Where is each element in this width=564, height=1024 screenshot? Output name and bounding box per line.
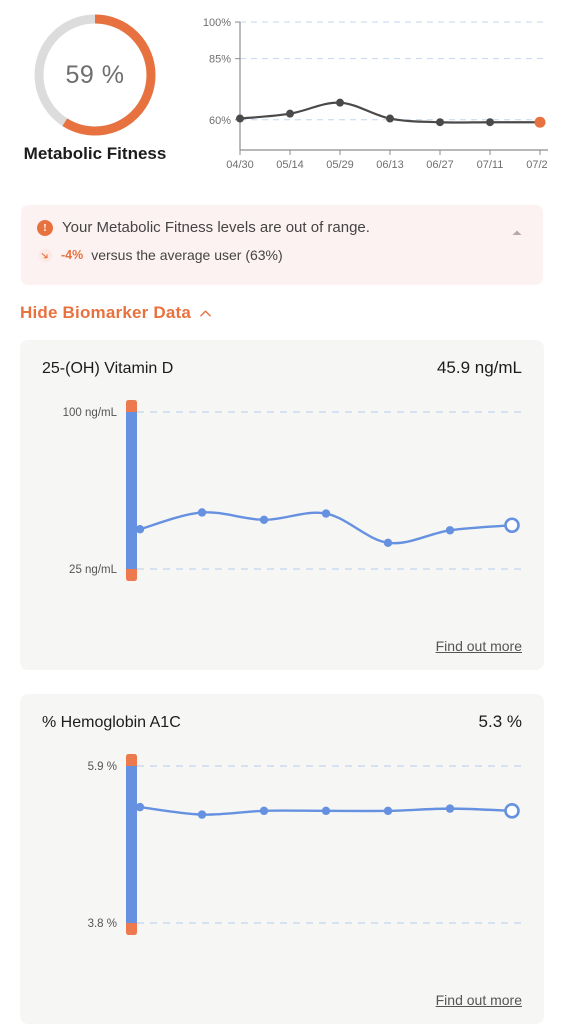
card-title: % Hemoglobin A1C: [42, 714, 181, 731]
chevron-up-icon: [200, 309, 211, 317]
svg-text:3.8 %: 3.8 %: [88, 918, 117, 930]
summary-section: 59 % Metabolic Fitness 100% 85% 60% 04/30 05…: [0, 0, 564, 185]
svg-text:06/27: 06/27: [426, 159, 454, 170]
svg-text:07/11: 07/11: [477, 159, 504, 170]
svg-text:100%: 100%: [203, 17, 231, 29]
metabolic-fitness-gauge: 59 % Metabolic Fitness: [20, 12, 170, 164]
svg-text:25 ng/mL: 25 ng/mL: [69, 564, 118, 576]
card-title: 25-(OH) Vitamin D: [42, 360, 174, 377]
exclamation-circle-icon: !: [37, 219, 53, 236]
gauge-title: Metabolic Fitness: [23, 144, 167, 163]
gauge-ring: 59 %: [32, 12, 158, 138]
svg-text:07/25: 07/25: [526, 159, 548, 170]
delta-value: -4%: [61, 248, 84, 262]
card-chart: 100 ng/mL 25 ng/mL: [20, 378, 544, 606]
card-current-value: 45.9 ng/mL: [436, 358, 522, 377]
card-header: % Hemoglobin A1C 5.3 %: [20, 694, 544, 732]
find-out-more-link[interactable]: Find out more: [436, 638, 522, 654]
card-header: 25-(OH) Vitamin D 45.9 ng/mL: [20, 340, 544, 378]
biomarker-card-hemoglobin-a1c[interactable]: % Hemoglobin A1C 5.3 % 5.9 % 3.8 % Find o…: [20, 694, 544, 1024]
svg-text:60%: 60%: [209, 115, 231, 127]
svg-text:100 ng/mL: 100 ng/mL: [63, 407, 118, 419]
svg-text:5.9 %: 5.9 %: [88, 761, 117, 773]
svg-text:05/14: 05/14: [276, 159, 304, 170]
find-out-more-link[interactable]: Find out more: [436, 992, 522, 1008]
alert-primary-row: ! Your Metabolic Fitness levels are out …: [37, 219, 527, 236]
card-current-value: 5.3 %: [478, 712, 522, 731]
alert-title: Your Metabolic Fitness levels are out of…: [62, 219, 370, 236]
trend-down-icon: [38, 248, 53, 262]
biomarker-chart-svg: 5.9 % 3.8 %: [88, 754, 524, 935]
svg-text:05/29: 05/29: [326, 159, 354, 170]
gauge-value-label: 59 %: [65, 60, 125, 89]
metabolic-fitness-page: 59 % Metabolic Fitness 100% 85% 60% 04/30 05…: [0, 0, 564, 1024]
alert-comparison-text: versus the average user (63%): [91, 247, 283, 263]
metabolic-fitness-sparkline: 100% 85% 60% 04/30 05/14 05/29 06/13 06/27 07/11…: [196, 10, 548, 170]
svg-text:04/30: 04/30: [226, 159, 254, 170]
alert-secondary-row: -4% versus the average user (63%): [37, 247, 527, 263]
card-chart: 5.9 % 3.8 %: [20, 732, 544, 960]
svg-text:85%: 85%: [209, 54, 231, 66]
biomarker-chart-svg: 100 ng/mL 25 ng/mL: [63, 400, 524, 581]
hide-biomarker-data-toggle[interactable]: Hide Biomarker Data: [20, 303, 212, 323]
toggle-label: Hide Biomarker Data: [20, 303, 192, 322]
alert-collapse-chevron-up-icon[interactable]: [509, 225, 525, 241]
out-of-range-alert: ! Your Metabolic Fitness levels are out …: [21, 205, 543, 285]
biomarker-card-vitamin-d[interactable]: 25-(OH) Vitamin D 45.9 ng/mL 100 ng/mL 25…: [20, 340, 544, 670]
svg-text:06/13: 06/13: [376, 159, 404, 170]
sparkline-svg: 100% 85% 60% 04/30 05/14 05/29 06/13 06/27 07/11…: [203, 17, 548, 170]
